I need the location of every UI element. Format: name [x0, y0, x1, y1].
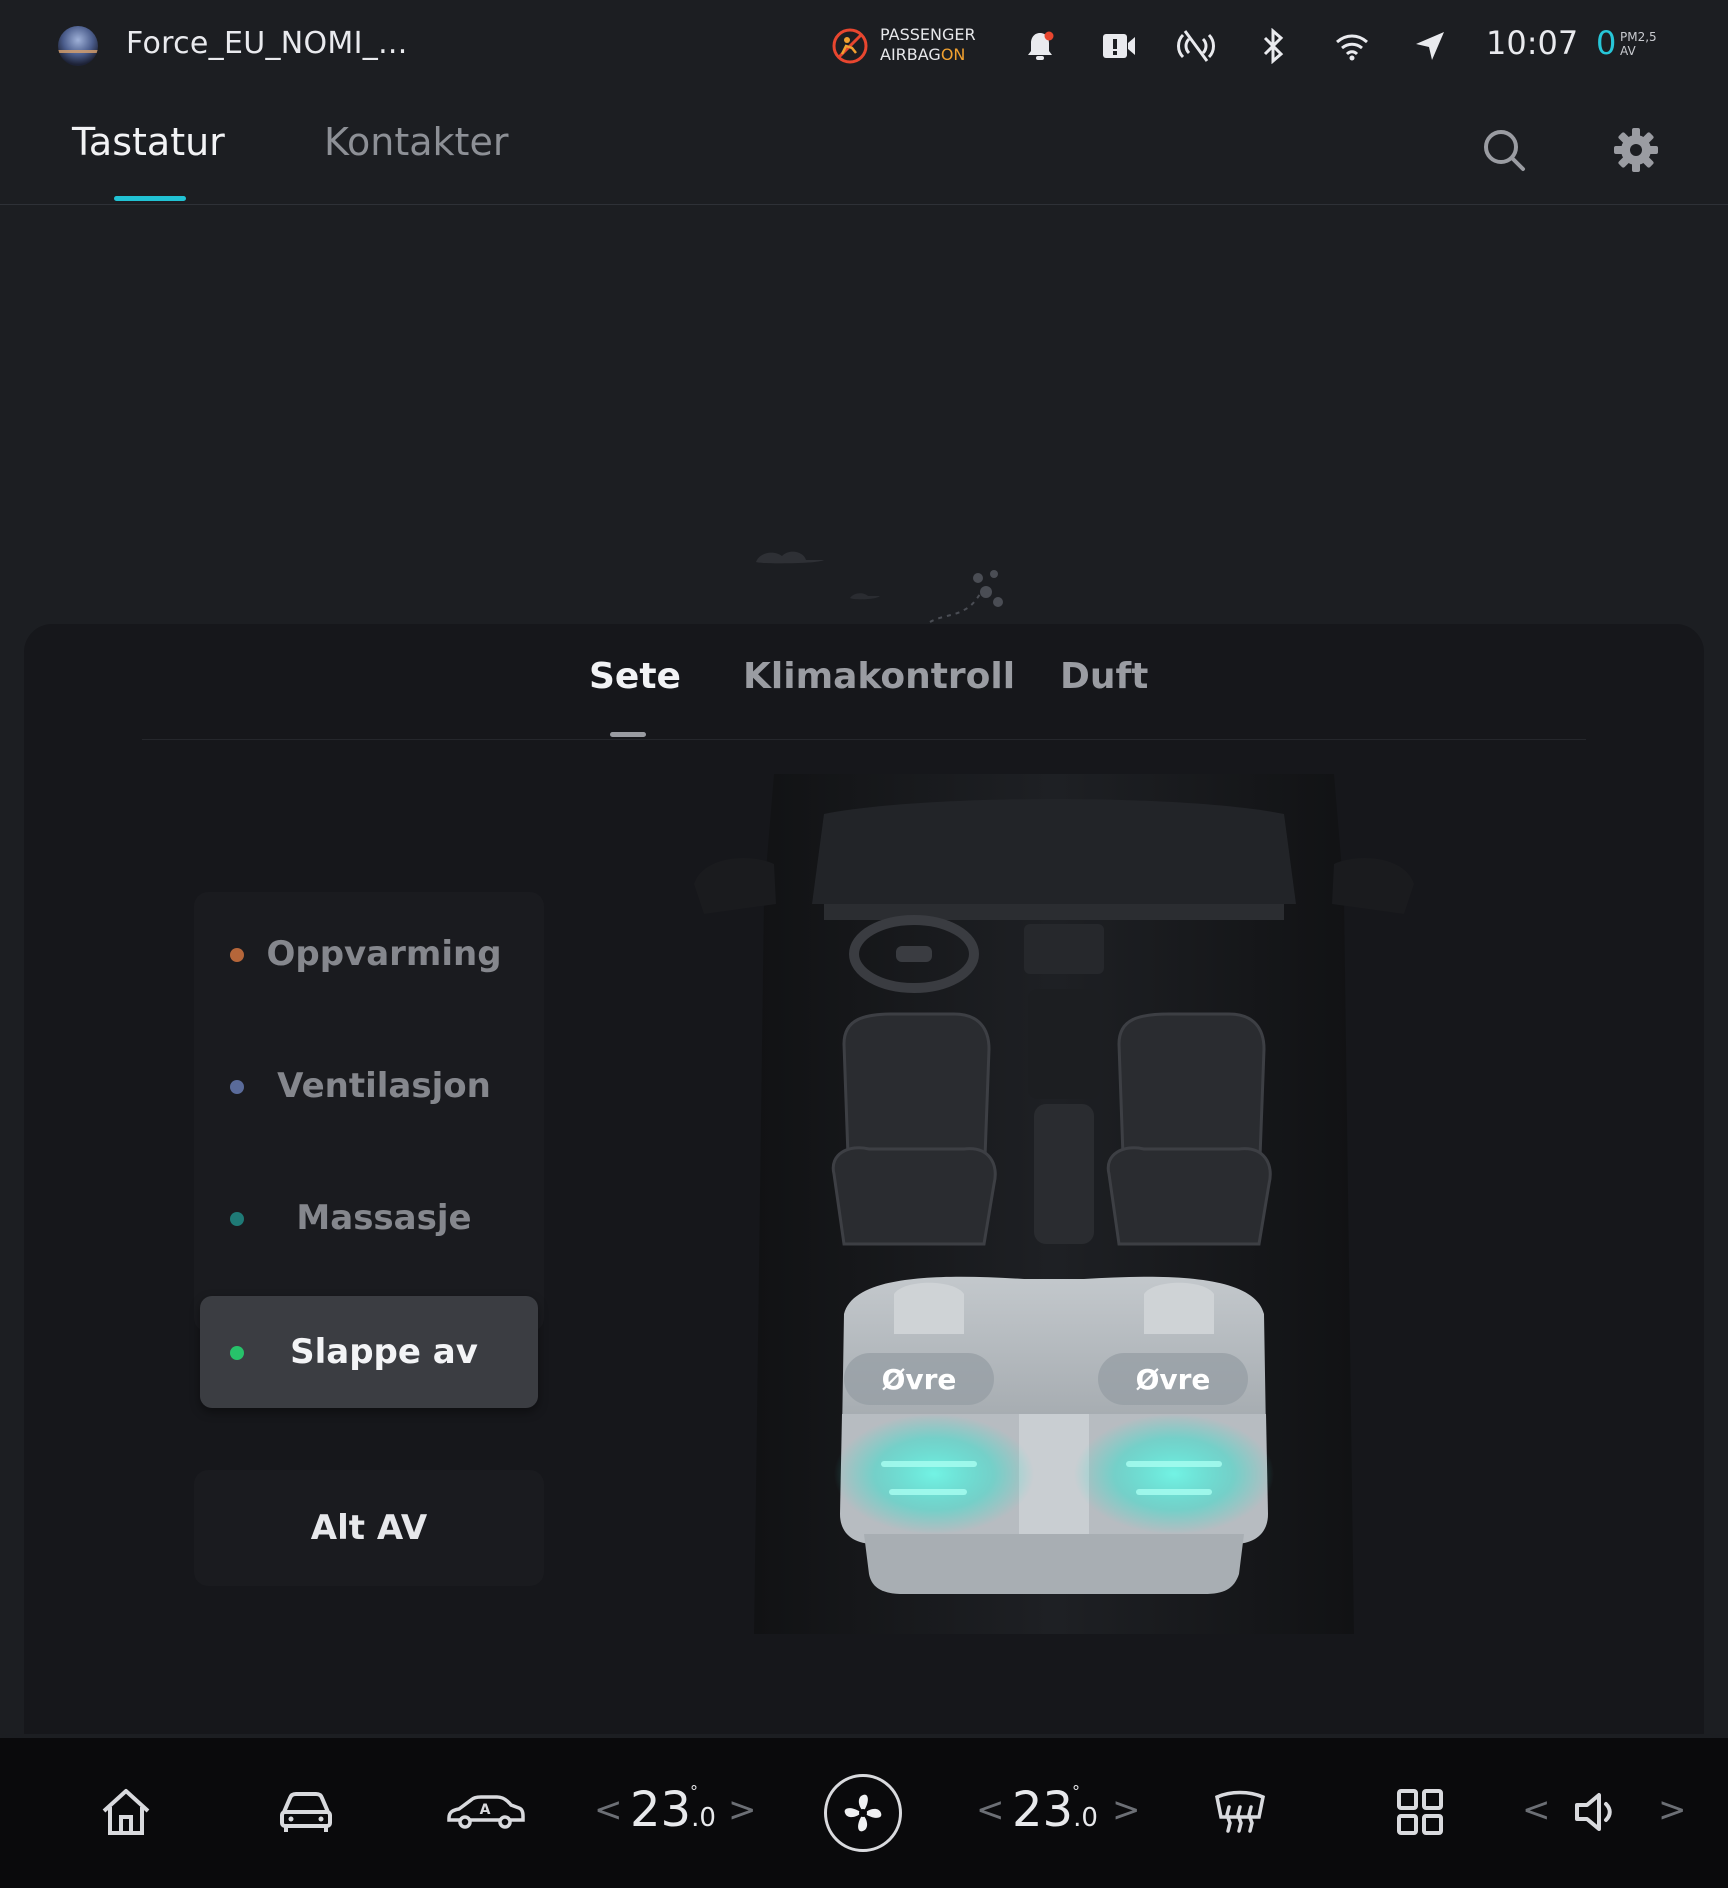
mode-label: Oppvarming — [266, 934, 502, 974]
nfc-disabled-icon[interactable] — [1174, 24, 1218, 68]
car-top-view-illustration — [694, 774, 1414, 1634]
mode-massasje[interactable]: Massasje — [200, 1162, 538, 1274]
fan-button[interactable] — [824, 1774, 902, 1852]
car-icon[interactable] — [270, 1776, 342, 1848]
tab-tastatur[interactable]: Tastatur — [72, 120, 225, 164]
rear-defrost-icon[interactable] — [1204, 1776, 1276, 1848]
pm25-value[interactable]: 0 — [1596, 24, 1616, 62]
temp-left-value[interactable]: 23.0 — [630, 1782, 716, 1838]
seat-control-panel: Sete Klimakontroll Duft Oppvarming Venti… — [24, 624, 1704, 1734]
active-tab-indicator — [114, 196, 186, 201]
profile-name[interactable]: Force_EU_NOMI_... — [126, 26, 408, 61]
bottom-dock: A < 23.0 ° > < 23.0 ° > < > — [0, 1738, 1728, 1888]
status-bar: Force_EU_NOMI_... PASSENGER AIRBAGON 10:… — [0, 0, 1728, 90]
search-icon[interactable] — [1476, 122, 1532, 178]
temp-right-value[interactable]: 23.0 — [1012, 1782, 1098, 1838]
decorative-scene-illustration — [756, 551, 1003, 623]
temp-left-increase[interactable]: > — [728, 1790, 757, 1830]
tab-kontakter[interactable]: Kontakter — [324, 120, 508, 164]
volume-decrease[interactable]: < — [1522, 1790, 1551, 1830]
all-off-button[interactable]: Alt AV — [194, 1470, 544, 1586]
notification-bell-icon[interactable] — [1018, 24, 1062, 68]
volume-icon[interactable] — [1560, 1776, 1632, 1848]
top-tab-bar: Tastatur Kontakter — [0, 100, 1728, 205]
temp-left-degree: ° — [690, 1782, 698, 1801]
clock: 10:07 — [1486, 24, 1579, 62]
fan-icon — [844, 1794, 882, 1832]
wifi-icon[interactable] — [1330, 24, 1374, 68]
bluetooth-icon[interactable] — [1252, 24, 1296, 68]
tab-divider — [142, 739, 1586, 740]
mode-label: Slappe av — [290, 1332, 478, 1372]
tab-klimakontroll[interactable]: Klimakontroll — [743, 656, 1015, 697]
airbag-off-icon — [832, 28, 868, 64]
airbag-label-line2: AIRBAGON — [880, 45, 966, 64]
svg-text:A: A — [480, 1802, 491, 1818]
mode-oppvarming[interactable]: Oppvarming — [200, 898, 538, 1010]
tab-duft[interactable]: Duft — [1060, 656, 1148, 697]
dashcam-icon[interactable] — [1097, 24, 1141, 68]
profile-avatar[interactable] — [58, 26, 98, 66]
temp-right-increase[interactable]: > — [1112, 1790, 1141, 1830]
mode-slappe-av[interactable]: Slappe av — [200, 1296, 538, 1408]
seat-zone-left-upper[interactable]: Øvre — [844, 1353, 994, 1405]
airbag-label-line1: PASSENGER — [880, 25, 976, 44]
apps-grid-icon[interactable] — [1384, 1776, 1456, 1848]
car-assistant-icon[interactable]: A — [444, 1776, 526, 1848]
temp-left-decrease[interactable]: < — [594, 1790, 623, 1830]
temp-right-decrease[interactable]: < — [976, 1790, 1005, 1830]
pm25-sublabel: AV — [1620, 44, 1636, 58]
navigation-icon[interactable] — [1408, 24, 1452, 68]
volume-increase[interactable]: > — [1658, 1790, 1687, 1830]
mode-ventilasjon[interactable]: Ventilasjon — [200, 1030, 538, 1142]
seat-zone-right-upper[interactable]: Øvre — [1098, 1353, 1248, 1405]
airbag-state: ON — [940, 45, 966, 64]
active-tab-indicator — [610, 732, 646, 737]
temp-right-degree: ° — [1072, 1782, 1080, 1801]
gear-icon[interactable] — [1608, 122, 1664, 178]
pm25-label: PM2,5 — [1620, 30, 1657, 44]
mode-label: Massasje — [296, 1198, 472, 1238]
tab-sete[interactable]: Sete — [589, 656, 681, 697]
home-icon[interactable] — [90, 1776, 162, 1848]
mode-label: Ventilasjon — [277, 1066, 491, 1106]
